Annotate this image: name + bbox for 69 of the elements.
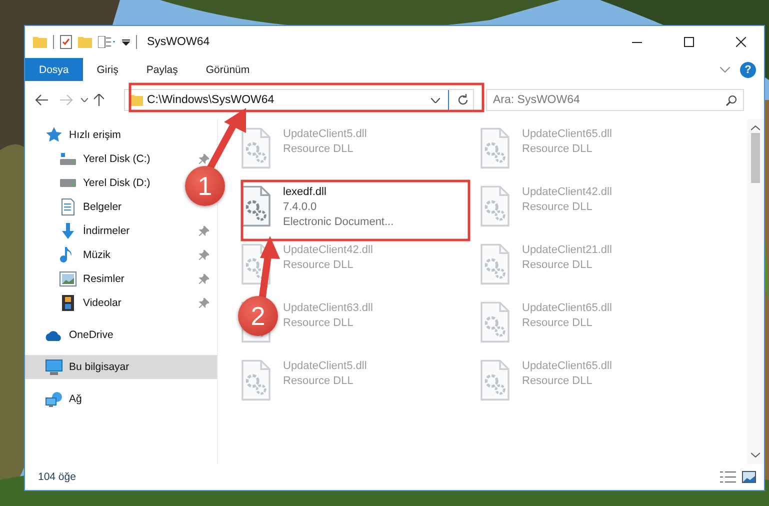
address-bar[interactable]: C:\Windows\SysWOW64 bbox=[124, 89, 474, 111]
document-icon bbox=[59, 198, 77, 216]
pin-icon[interactable] bbox=[199, 298, 209, 308]
file-detail: Resource DLL bbox=[283, 316, 354, 331]
ribbon-tab[interactable]: Dosya bbox=[25, 58, 83, 81]
scrollbar[interactable] bbox=[747, 119, 764, 464]
sidebar-item[interactable]: Müzik bbox=[25, 243, 114, 267]
address-path: C:\Windows\SysWOW64 bbox=[147, 94, 276, 106]
dll-file-icon bbox=[239, 359, 273, 403]
search-field[interactable]: Ara: SysWOW64 bbox=[486, 89, 744, 111]
sidebar-item[interactable]: Videolar bbox=[25, 291, 126, 315]
item-count: 104 öğe bbox=[38, 471, 77, 483]
search-icon[interactable] bbox=[726, 95, 737, 106]
sidebar-item[interactable]: OneDrive bbox=[25, 323, 118, 347]
scroll-down-icon[interactable] bbox=[751, 452, 760, 458]
sidebar-item[interactable]: Resimler bbox=[25, 267, 128, 291]
sidebar-item[interactable]: Ağ bbox=[25, 387, 86, 411]
file-detail: 7.4.0.0 bbox=[283, 200, 318, 215]
film-icon bbox=[59, 294, 77, 312]
pin-icon[interactable] bbox=[199, 154, 209, 164]
sidebar-item[interactable]: Yerel Disk (D:) bbox=[25, 171, 154, 195]
chevron-down-icon[interactable] bbox=[720, 66, 730, 72]
scroll-up-icon[interactable] bbox=[751, 125, 760, 131]
network-icon bbox=[45, 390, 63, 408]
checklist-icon[interactable] bbox=[60, 35, 72, 49]
ribbon-tab[interactable]: Paylaş bbox=[132, 58, 192, 81]
help-button[interactable]: ? bbox=[740, 62, 756, 78]
window-title: SysWOW64 bbox=[147, 36, 211, 48]
pin-icon[interactable] bbox=[199, 226, 209, 236]
maximize-icon[interactable] bbox=[684, 37, 694, 47]
dll-file-icon bbox=[478, 301, 512, 345]
caret-icon[interactable] bbox=[81, 98, 88, 102]
dropdown-arrow-icon[interactable] bbox=[122, 38, 130, 46]
ribbon-tab[interactable]: Görünüm bbox=[192, 58, 264, 81]
large-icons-view-icon[interactable] bbox=[742, 471, 756, 483]
dll-file-icon bbox=[478, 185, 512, 229]
refresh-icon[interactable] bbox=[457, 94, 469, 106]
details-view-icon[interactable] bbox=[720, 471, 736, 483]
dll-file-icon bbox=[478, 359, 512, 403]
dll-file-icon bbox=[478, 243, 512, 287]
file-detail: Resource DLL bbox=[522, 200, 594, 215]
file-detail: Resource DLL bbox=[522, 142, 594, 157]
file-detail: Resource DLL bbox=[283, 142, 354, 157]
file-detail: Electronic Document... bbox=[283, 215, 394, 230]
dll-file-icon bbox=[239, 127, 273, 171]
star-icon bbox=[45, 126, 63, 144]
sidebar-item[interactable]: İndirmeler bbox=[25, 219, 134, 243]
sidebar-item[interactable]: Hızlı erişim bbox=[25, 123, 125, 147]
pin-icon[interactable] bbox=[199, 250, 209, 260]
file-detail: Resource DLL bbox=[522, 374, 594, 389]
pin-icon[interactable] bbox=[199, 274, 209, 284]
scroll-thumb[interactable] bbox=[751, 133, 760, 183]
close-icon[interactable] bbox=[736, 37, 746, 47]
image-icon bbox=[59, 270, 77, 288]
file-name[interactable]: lexedf.dll bbox=[283, 185, 394, 200]
file-detail: Resource DLL bbox=[522, 316, 594, 331]
dll-file-icon bbox=[478, 127, 512, 171]
file-detail: Resource DLL bbox=[283, 374, 354, 389]
sidebar-item[interactable]: Belgeler bbox=[25, 195, 126, 219]
sidebar-item[interactable]: Yerel Disk (C:) bbox=[25, 147, 154, 171]
file-detail: Resource DLL bbox=[283, 258, 354, 273]
ribbon-tab[interactable]: Giriş bbox=[82, 58, 132, 81]
drive-icon bbox=[59, 150, 77, 168]
properties-icon[interactable] bbox=[98, 36, 116, 48]
up-arrow-icon[interactable] bbox=[94, 94, 104, 106]
file-detail: Resource DLL bbox=[522, 258, 594, 273]
sidebar-item[interactable]: Bu bilgisayar bbox=[25, 355, 217, 379]
computer-icon bbox=[45, 358, 63, 376]
download-arrow-icon bbox=[59, 222, 77, 240]
